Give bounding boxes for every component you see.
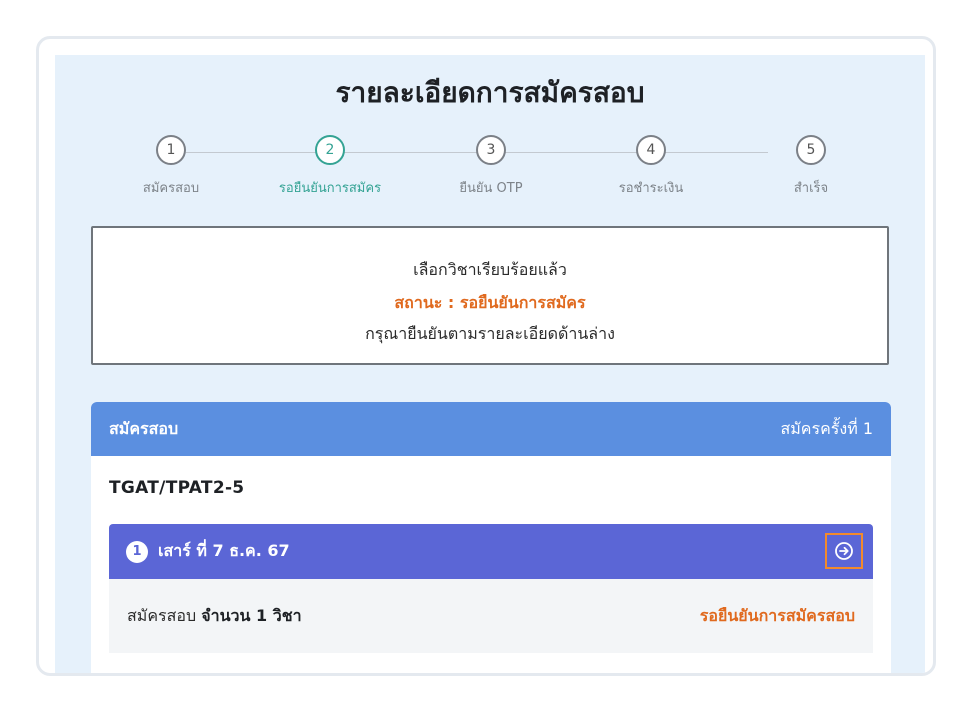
step-4-label: รอชำระเงิน — [618, 181, 684, 196]
step-5-label: สำเร็จ — [793, 181, 829, 196]
step-3: 3 ยืนยัน OTP — [411, 135, 571, 198]
status-box: เลือกวิชาเรียบร้อยแล้ว สถานะ : รอยืนยันก… — [91, 226, 889, 365]
card-header: สมัครสอบ สมัครครั้งที่ 1 — [91, 402, 891, 456]
subject-count: สมัครสอบ จำนวน 1 วิชา — [127, 604, 302, 629]
step-1-circle: 1 — [156, 135, 186, 165]
step-5: 5 สำเร็จ — [731, 135, 891, 198]
step-2-label: รอยืนยันการสมัคร — [278, 181, 382, 196]
page: รายละเอียดการสมัครสอบ 1 สมัครสอบ 2 รอยืน… — [55, 55, 925, 673]
status-message: เลือกวิชาเรียบร้อยแล้ว — [413, 260, 567, 279]
session-number-badge: 1 — [126, 540, 148, 563]
step-5-circle: 5 — [796, 135, 826, 165]
session-date: เสาร์ ที่ 7 ธ.ค. 67 — [158, 541, 290, 560]
step-2-circle: 2 — [315, 135, 345, 165]
application-card: สมัครสอบ สมัครครั้งที่ 1 TGAT/TPAT2-5 1 … — [91, 402, 891, 673]
subject-count-prefix: สมัครสอบ — [127, 605, 197, 625]
subject-code: TGAT/TPAT2-5 — [109, 478, 245, 498]
arrow-right-circle-icon — [835, 542, 853, 560]
status-instruction: กรุณายืนยันตามรายละเอียดด้านล่าง — [365, 324, 615, 343]
step-1-label: สมัครสอบ — [142, 181, 200, 196]
session-body: สมัครสอบ จำนวน 1 วิชา รอยืนยันการสมัครสอ… — [109, 579, 873, 653]
step-4: 4 รอชำระเงิน — [571, 135, 731, 198]
card-header-title: สมัครสอบ — [109, 418, 179, 438]
session-status: รอยืนยันการสมัครสอบ — [699, 605, 855, 625]
subject-count-value: จำนวน 1 วิชา — [201, 605, 302, 625]
browser-frame: รายละเอียดการสมัครสอบ 1 สมัครสอบ 2 รอยืน… — [36, 36, 936, 676]
step-3-circle: 3 — [476, 135, 506, 165]
page-title: รายละเอียดการสมัครสอบ — [335, 76, 645, 109]
step-3-label: ยืนยัน OTP — [459, 181, 523, 196]
progress-stepper: 1 สมัครสอบ 2 รอยืนยันการสมัคร 3 ยืนยัน O… — [55, 135, 925, 205]
step-4-circle: 4 — [636, 135, 666, 165]
session-detail-button[interactable] — [825, 533, 863, 569]
application-count: สมัครครั้งที่ 1 — [780, 418, 873, 438]
status-state: สถานะ : รอยืนยันการสมัคร — [394, 293, 586, 312]
session-bar[interactable]: 1 เสาร์ ที่ 7 ธ.ค. 67 — [109, 524, 873, 579]
step-2: 2 รอยืนยันการสมัคร — [250, 135, 410, 198]
step-1: 1 สมัครสอบ — [91, 135, 251, 198]
